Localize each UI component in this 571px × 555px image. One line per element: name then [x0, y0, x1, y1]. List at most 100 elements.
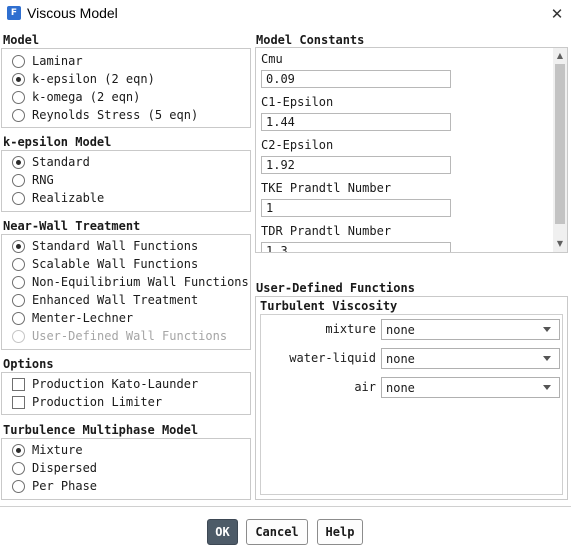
turb-multiphase-group: Mixture Dispersed Per Phase: [1, 438, 251, 500]
help-button[interactable]: Help: [317, 519, 363, 545]
radio-icon: [12, 329, 25, 343]
c1-epsilon-input[interactable]: [261, 113, 451, 131]
radio-icon: [12, 311, 25, 325]
scroll-down-icon[interactable]: ▼: [553, 236, 567, 250]
c2-epsilon-label: C2-Epsilon: [261, 138, 334, 152]
radio-icon: [12, 479, 25, 493]
scroll-up-icon[interactable]: ▲: [553, 48, 567, 62]
mixture-select[interactable]: none: [381, 319, 560, 340]
radio-k-omega[interactable]: k-omega (2 eqn): [12, 88, 140, 106]
radio-icon: [12, 257, 25, 271]
turbulent-viscosity-header: Turbulent Viscosity: [260, 299, 398, 313]
options-group: Production Kato-Launder Production Limit…: [1, 372, 251, 415]
radio-user-defined-wall-functions: User-Defined Wall Functions: [12, 327, 227, 345]
radio-icon: [12, 155, 25, 169]
cancel-button[interactable]: Cancel: [246, 519, 308, 545]
cmu-input[interactable]: [261, 70, 451, 88]
tke-prandtl-label: TKE Prandtl Number: [261, 181, 392, 195]
window-title: Viscous Model: [27, 5, 118, 21]
udf-panel: Turbulent Viscosity mixture none water-l…: [255, 296, 568, 500]
radio-label: Non-Equilibrium Wall Functions: [32, 275, 249, 289]
radio-standard[interactable]: Standard: [12, 153, 90, 171]
scrollbar-thumb[interactable]: [555, 64, 565, 224]
checkbox-production-limiter[interactable]: Production Limiter: [12, 393, 162, 411]
radio-menter-lechner[interactable]: Menter-Lechner: [12, 309, 133, 327]
air-select[interactable]: none: [381, 377, 560, 398]
radio-icon: [12, 90, 25, 104]
tdr-prandtl-label: TDR Prandtl Number: [261, 224, 392, 238]
constants-scrollbar[interactable]: ▲ ▼: [553, 48, 567, 252]
radio-k-epsilon[interactable]: k-epsilon (2 eqn): [12, 70, 155, 88]
chevron-down-icon: [543, 327, 551, 332]
options-header: Options: [3, 357, 54, 371]
radio-non-equilibrium-wall-functions[interactable]: Non-Equilibrium Wall Functions: [12, 273, 249, 291]
radio-laminar[interactable]: Laminar: [12, 52, 83, 70]
k-epsilon-model-header: k-epsilon Model: [3, 135, 112, 149]
turb-multiphase-header: Turbulence Multiphase Model: [3, 423, 199, 437]
tke-prandtl-input[interactable]: [261, 199, 451, 217]
mixture-label: mixture: [325, 322, 376, 336]
radio-label: Dispersed: [32, 461, 98, 475]
udf-header: User-Defined Functions: [256, 281, 415, 295]
title-bar: F Viscous Model ✕: [0, 0, 571, 28]
model-constants-panel: Cmu C1-Epsilon C2-Epsilon TKE Prandtl Nu…: [255, 47, 568, 253]
radio-icon: [12, 72, 25, 86]
radio-rng[interactable]: RNG: [12, 171, 54, 189]
radio-label: Menter-Lechner: [32, 311, 134, 325]
footer-divider: [0, 506, 571, 507]
radio-mixture[interactable]: Mixture: [12, 441, 83, 459]
radio-label: User-Defined Wall Functions: [32, 329, 228, 343]
radio-label: Standard: [32, 155, 90, 169]
checkbox-label: Production Limiter: [32, 395, 163, 409]
close-icon[interactable]: ✕: [546, 3, 568, 25]
water-liquid-label: water-liquid: [289, 351, 376, 365]
k-epsilon-model-group: Standard RNG Realizable: [1, 150, 251, 212]
near-wall-header: Near-Wall Treatment: [3, 219, 141, 233]
radio-label: Mixture: [32, 443, 83, 457]
checkbox-label: Production Kato-Launder: [32, 377, 199, 391]
turbulent-viscosity-group: mixture none water-liquid none air none: [260, 314, 563, 495]
radio-label: Scalable Wall Functions: [32, 257, 199, 271]
checkbox-production-kato-launder[interactable]: Production Kato-Launder: [12, 375, 198, 393]
radio-per-phase[interactable]: Per Phase: [12, 477, 97, 495]
radio-realizable[interactable]: Realizable: [12, 189, 104, 207]
radio-icon: [12, 54, 25, 68]
radio-icon: [12, 275, 25, 289]
radio-reynolds-stress[interactable]: Reynolds Stress (5 eqn): [12, 106, 198, 124]
water-liquid-select[interactable]: none: [381, 348, 560, 369]
radio-icon: [12, 443, 25, 457]
c1-epsilon-label: C1-Epsilon: [261, 95, 334, 109]
radio-icon: [12, 293, 25, 307]
radio-icon: [12, 108, 25, 122]
cmu-label: Cmu: [261, 52, 283, 66]
radio-label: Per Phase: [32, 479, 98, 493]
model-header: Model: [3, 33, 40, 47]
radio-icon: [12, 191, 25, 205]
model-group: Laminar k-epsilon (2 eqn) k-omega (2 eqn…: [1, 48, 251, 128]
radio-label: Reynolds Stress (5 eqn): [32, 108, 199, 122]
radio-dispersed[interactable]: Dispersed: [12, 459, 97, 477]
tdr-prandtl-input[interactable]: [261, 242, 451, 252]
radio-label: RNG: [32, 173, 54, 187]
radio-label: k-omega (2 eqn): [32, 90, 141, 104]
radio-standard-wall-functions[interactable]: Standard Wall Functions: [12, 237, 198, 255]
model-constants-header: Model Constants: [256, 33, 365, 47]
ok-button[interactable]: OK: [207, 519, 238, 545]
air-label: air: [354, 380, 376, 394]
select-value: none: [386, 322, 415, 337]
radio-label: Realizable: [32, 191, 105, 205]
radio-label: Laminar: [32, 54, 83, 68]
checkbox-icon: [12, 377, 25, 391]
select-value: none: [386, 380, 415, 395]
radio-label: Enhanced Wall Treatment: [32, 293, 199, 307]
radio-icon: [12, 239, 25, 253]
radio-icon: [12, 461, 25, 475]
checkbox-icon: [12, 395, 25, 409]
select-value: none: [386, 351, 415, 366]
radio-scalable-wall-functions[interactable]: Scalable Wall Functions: [12, 255, 198, 273]
near-wall-group: Standard Wall Functions Scalable Wall Fu…: [1, 234, 251, 350]
radio-enhanced-wall-treatment[interactable]: Enhanced Wall Treatment: [12, 291, 198, 309]
c2-epsilon-input[interactable]: [261, 156, 451, 174]
radio-label: Standard Wall Functions: [32, 239, 199, 253]
app-icon: F: [7, 6, 21, 20]
